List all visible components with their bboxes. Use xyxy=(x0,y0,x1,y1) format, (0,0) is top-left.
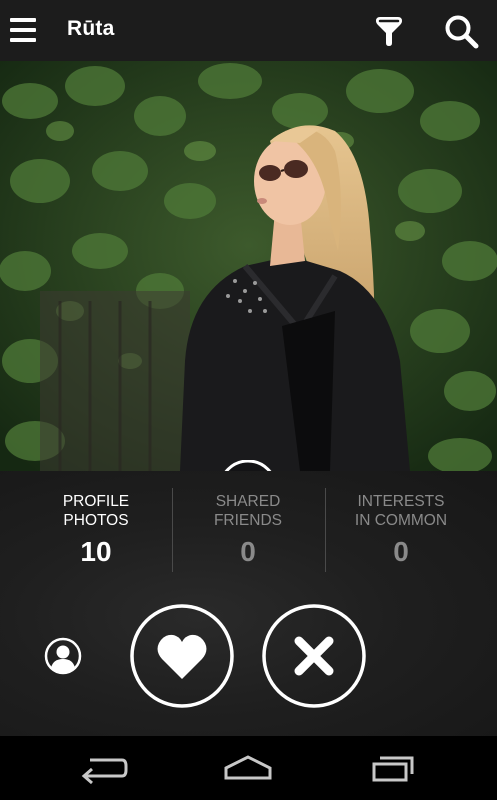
stat-value: 0 xyxy=(240,536,256,567)
stat-label: PROFILE xyxy=(62,493,130,510)
filter-icon[interactable] xyxy=(372,14,406,48)
profile-photo[interactable] xyxy=(0,61,497,471)
stat-label: FRIENDS xyxy=(213,512,283,529)
stat-value: 0 xyxy=(393,536,409,567)
system-nav-bar xyxy=(0,736,497,800)
stat-value: 10 xyxy=(80,536,112,567)
x-icon[interactable] xyxy=(261,603,367,709)
stat-label: PHOTOS xyxy=(63,512,129,529)
menu-icon[interactable] xyxy=(10,18,36,42)
stat-label: INTERESTS xyxy=(357,493,445,510)
person-icon[interactable] xyxy=(44,637,82,675)
match-panel: PROFILE PHOTOS 10 SHARED FRIENDS 0 INTER… xyxy=(0,471,497,736)
stat-profile-photos[interactable]: PROFILE PHOTOS 10 xyxy=(16,471,176,568)
stat-shared-friends[interactable]: SHARED FRIENDS 0 xyxy=(168,471,328,568)
stat-label: SHARED xyxy=(215,493,281,510)
stat-label: IN COMMON xyxy=(354,512,448,529)
gallery-grid-icon[interactable] xyxy=(216,460,280,471)
back-icon[interactable] xyxy=(72,748,132,788)
heart-icon[interactable] xyxy=(129,603,235,709)
home-icon[interactable] xyxy=(218,748,278,788)
app-bar: Rūta xyxy=(0,0,497,61)
page-title: Rūta xyxy=(67,17,115,40)
stat-interests-in-common[interactable]: INTERESTS IN COMMON 0 xyxy=(321,471,481,568)
recent-apps-icon[interactable] xyxy=(364,748,424,788)
search-icon[interactable] xyxy=(443,13,479,49)
